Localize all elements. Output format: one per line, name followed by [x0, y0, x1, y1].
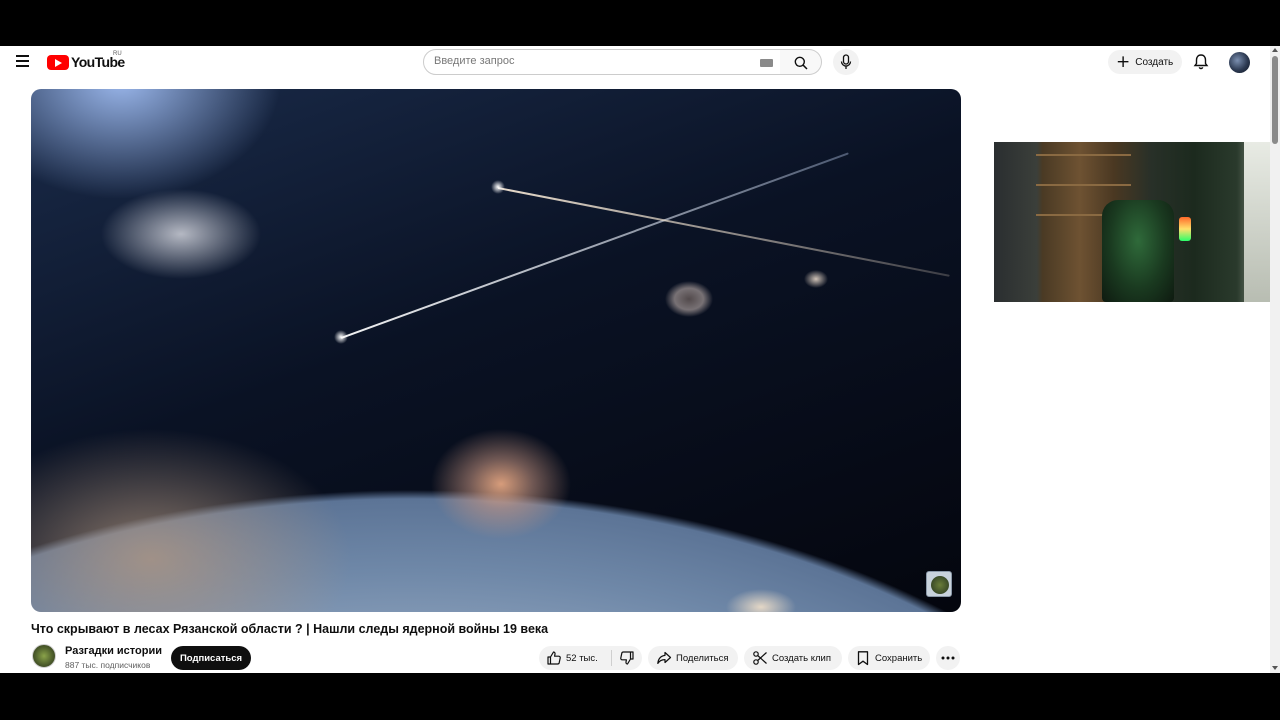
more-horizontal-icon: [941, 656, 955, 660]
bookshelf: [1036, 184, 1131, 186]
dislike-button[interactable]: [612, 646, 642, 670]
page-scrollbar[interactable]: [1270, 46, 1280, 673]
notifications-button[interactable]: [1191, 52, 1211, 72]
bookshelf: [1036, 154, 1131, 156]
search-input[interactable]: [434, 55, 744, 67]
save-label: Сохранить: [875, 652, 923, 664]
share-icon: [657, 651, 672, 664]
rgb-light: [1179, 217, 1191, 241]
missile-trail: [497, 187, 950, 277]
keyboard-icon[interactable]: [760, 59, 773, 67]
thumbs-up-icon: [547, 651, 561, 665]
save-button[interactable]: Сохранить: [848, 646, 930, 670]
clip-button[interactable]: Создать клип: [744, 646, 842, 670]
clip-label: Создать клип: [772, 652, 831, 664]
subscriber-count: 887 тыс. подписчиков: [65, 660, 151, 670]
scroll-up-arrow-icon[interactable]: [1272, 48, 1278, 52]
plus-icon: +: [1116, 51, 1131, 72]
youtube-play-icon: [47, 54, 69, 70]
account-avatar[interactable]: [1229, 52, 1250, 73]
channel-name[interactable]: Разгадки истории: [65, 645, 162, 657]
masthead: YouTube RU + Создать: [0, 46, 1270, 78]
flash-light: [491, 180, 505, 194]
more-actions-button[interactable]: [936, 646, 960, 670]
gaming-chair: [1102, 200, 1174, 302]
scissors-icon: [753, 651, 767, 665]
search-icon: [794, 56, 808, 70]
channel-avatar[interactable]: [32, 644, 56, 668]
like-dislike-group: 52 тыс.: [539, 646, 642, 670]
scroll-thumb[interactable]: [1272, 56, 1278, 144]
webcam-overlay: [994, 142, 1280, 302]
like-count: 52 тыс.: [566, 652, 598, 664]
mic-icon: [840, 54, 852, 69]
missile-trail: [340, 152, 849, 339]
thumbs-down-icon: [620, 651, 634, 665]
bell-icon: [1193, 54, 1209, 70]
youtube-watch-page: YouTube RU + Создать Что скрывают в леса…: [0, 46, 1280, 673]
like-button[interactable]: 52 тыс.: [539, 646, 611, 670]
share-label: Поделиться: [676, 652, 729, 664]
scroll-down-arrow-icon[interactable]: [1272, 666, 1278, 670]
region-code: RU: [113, 51, 122, 57]
search-button[interactable]: [780, 49, 822, 75]
search-box: [423, 49, 781, 75]
video-player[interactable]: [31, 89, 961, 612]
menu-icon[interactable]: [14, 52, 34, 72]
channel-watermark[interactable]: [926, 571, 952, 597]
voice-search-button[interactable]: [833, 49, 859, 75]
subscribe-button[interactable]: Подписаться: [171, 646, 251, 670]
create-label: Создать: [1135, 56, 1174, 68]
flash-light: [334, 330, 348, 344]
share-button[interactable]: Поделиться: [648, 646, 738, 670]
video-title: Что скрывают в лесах Рязанской области ?…: [31, 622, 549, 636]
youtube-logo[interactable]: YouTube RU: [47, 51, 125, 70]
bookmark-icon: [857, 651, 869, 666]
create-button[interactable]: + Создать: [1108, 50, 1182, 74]
